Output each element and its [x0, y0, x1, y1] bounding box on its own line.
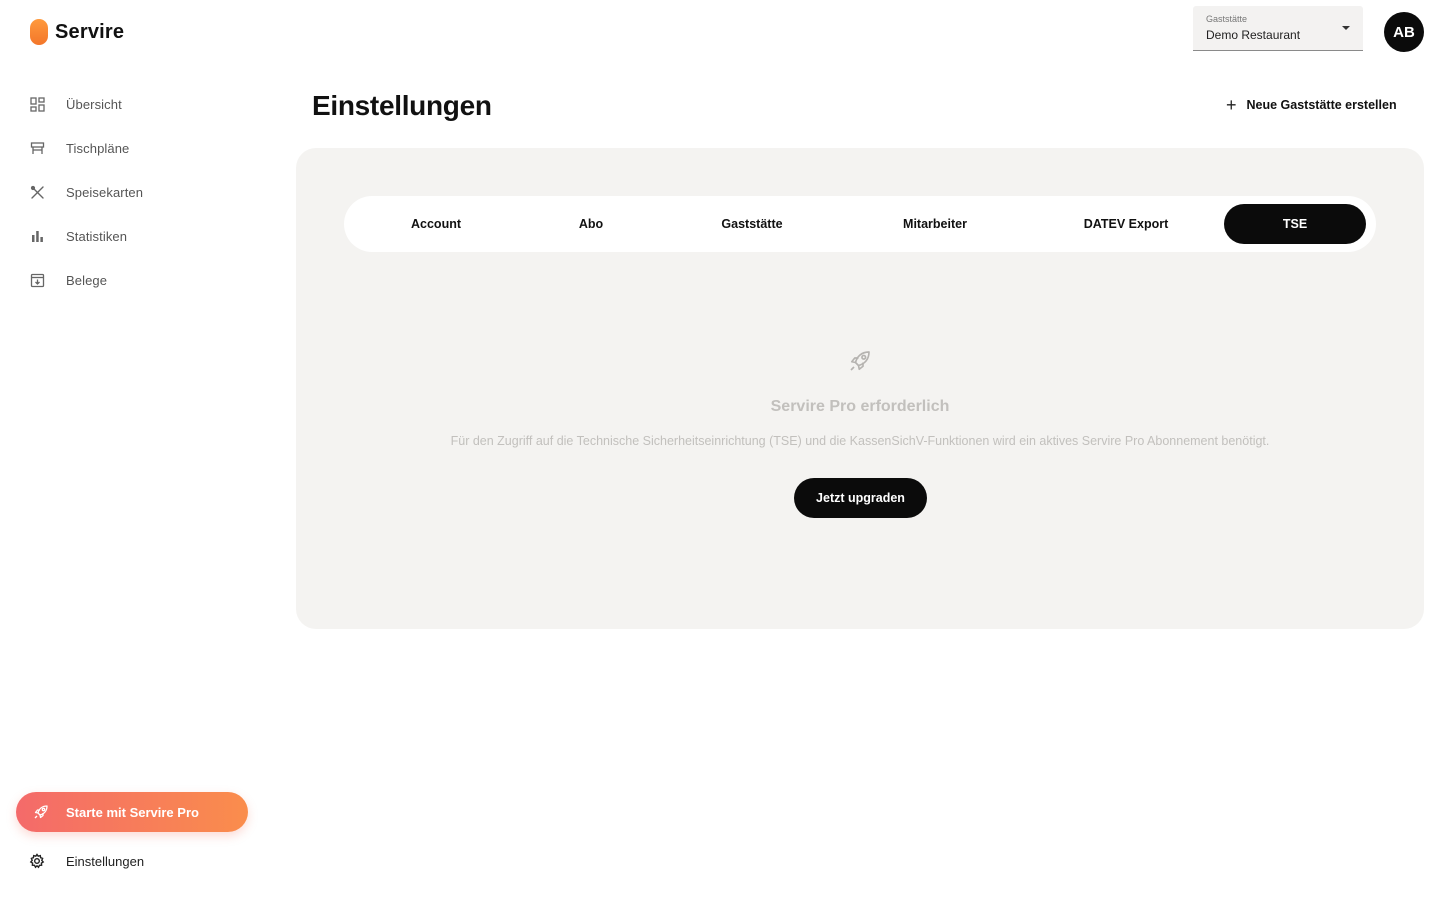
- cutlery-icon: [29, 184, 45, 200]
- restaurant-select[interactable]: Gaststätte Demo Restaurant: [1193, 6, 1363, 51]
- bar-chart-icon: [29, 228, 45, 244]
- start-servire-pro-button[interactable]: Starte mit Servire Pro: [16, 792, 248, 832]
- gear-icon: [29, 853, 45, 869]
- sidebar-item-statistiken[interactable]: Statistiken: [0, 214, 270, 258]
- sidebar-item-label: Speisekarten: [66, 184, 144, 200]
- new-restaurant-button[interactable]: + Neue Gaststätte erstellen: [1226, 96, 1397, 114]
- rocket-icon: [33, 804, 49, 820]
- tab-mitarbeiter[interactable]: Mitarbeiter: [842, 204, 1028, 244]
- empty-state-title: Servire Pro erforderlich: [770, 398, 950, 415]
- tab-account[interactable]: Account: [352, 204, 520, 244]
- sidebar-item-einstellungen[interactable]: Einstellungen: [29, 853, 144, 869]
- caret-down-icon: [1342, 26, 1350, 30]
- settings-label: Einstellungen: [66, 853, 145, 869]
- tab-tse[interactable]: TSE: [1224, 204, 1366, 244]
- table-icon: [29, 140, 45, 156]
- tab-gaststaette[interactable]: Gaststätte: [662, 204, 842, 244]
- tab-abo[interactable]: Abo: [520, 204, 662, 244]
- sidebar-item-speisekarten[interactable]: Speisekarten: [0, 170, 270, 214]
- tab-datev-export[interactable]: DATEV Export: [1028, 204, 1224, 244]
- sidebar-nav: Übersicht Tischpläne Speisekarten Statis…: [0, 82, 270, 302]
- select-caption: Gaststätte: [1206, 14, 1248, 24]
- sidebar-item-tischplaene[interactable]: Tischpläne: [0, 126, 270, 170]
- sidebar-item-label: Übersicht: [66, 96, 122, 112]
- logo-mark-icon: [30, 19, 48, 45]
- brand-logo[interactable]: Servire: [30, 19, 124, 45]
- sidebar-item-uebersicht[interactable]: Übersicht: [0, 82, 270, 126]
- plus-icon: +: [1226, 95, 1237, 115]
- rocket-icon: [848, 349, 872, 373]
- sidebar-item-label: Statistiken: [66, 228, 128, 244]
- select-value: Demo Restaurant: [1206, 28, 1301, 42]
- dashboard-grid-icon: [29, 96, 45, 112]
- settings-tabs: Account Abo Gaststätte Mitarbeiter DATEV…: [344, 196, 1376, 252]
- receipt-archive-icon: [29, 272, 45, 288]
- sidebar-item-belege[interactable]: Belege: [0, 258, 270, 302]
- pro-button-label: Starte mit Servire Pro: [66, 804, 199, 820]
- page-title: Einstellungen: [312, 90, 492, 121]
- empty-state-description: Für den Zugriff auf die Technische Siche…: [450, 434, 1270, 448]
- user-avatar[interactable]: AB: [1384, 12, 1424, 52]
- sidebar-item-label: Tischpläne: [66, 140, 130, 156]
- settings-panel: Account Abo Gaststätte Mitarbeiter DATEV…: [296, 148, 1424, 629]
- brand-name: Servire: [55, 20, 125, 43]
- sidebar-item-label: Belege: [66, 272, 108, 288]
- upgrade-button[interactable]: Jetzt upgraden: [794, 478, 927, 518]
- new-restaurant-label: Neue Gaststätte erstellen: [1246, 98, 1397, 112]
